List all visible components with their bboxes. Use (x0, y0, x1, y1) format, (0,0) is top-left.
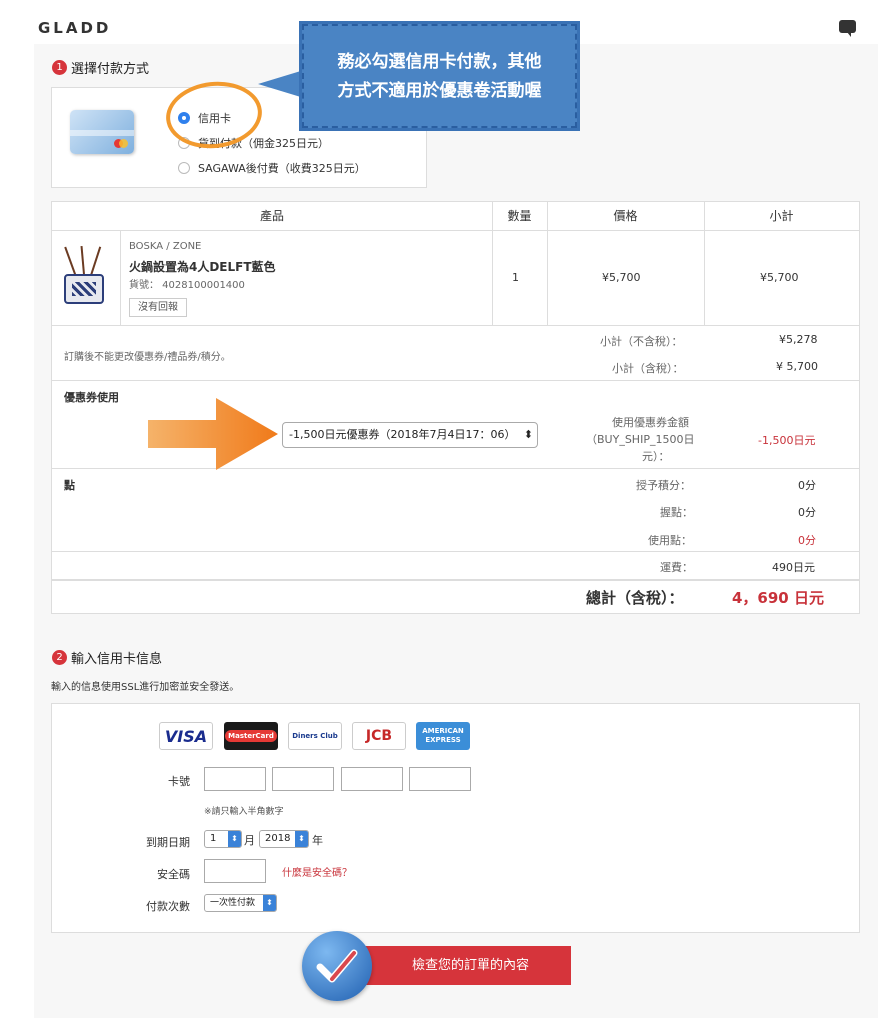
col-header-product: 產品 (52, 202, 492, 231)
points-awarded-label: 授予積分： (636, 479, 691, 492)
installment-select[interactable]: 一次性付款 ⬍ (204, 894, 277, 912)
coupon-section-title: 優惠券使用 (64, 391, 119, 404)
credit-card-info-title: 2 輸入信用卡信息 (52, 648, 162, 667)
visa-icon: VISA (159, 722, 213, 750)
product-name[interactable]: 火鍋設置為4人DELFT藍色 (129, 258, 276, 275)
points-used-label: 使用點： (648, 534, 692, 547)
col-header-subtotal: 小計 (704, 202, 859, 231)
coupon-amount-label: 使用優惠券金額 (612, 416, 689, 429)
section-title: 輸入信用卡信息 (71, 652, 163, 667)
col-header-price: 價格 (547, 202, 704, 231)
coupon-note: 訂購後不能更改優惠券/禮品券/積分。 (64, 352, 231, 363)
shipping-label: 運費： (660, 561, 693, 574)
chat-icon[interactable] (839, 20, 856, 37)
checkmark-icon (302, 931, 372, 1001)
security-code-input[interactable] (204, 859, 266, 883)
card-number-input-4[interactable] (409, 767, 471, 791)
radio-icon[interactable] (178, 162, 190, 174)
chevron-updown-icon: ⬍ (263, 895, 276, 911)
callout-note: 務必勾選信用卡付款，其他 方式不適用於優惠卷活動喔 (302, 24, 577, 128)
security-code-label: 安全碼 (157, 868, 190, 881)
product-sku: 貨號： 4028100001400 (129, 280, 245, 291)
expiry-label: 到期日期 (146, 836, 190, 849)
points-section-title: 點 (64, 479, 75, 492)
points-used-value: 0分 (798, 534, 816, 547)
section-title: 選擇付款方式 (71, 62, 150, 77)
payment-option-sagawa[interactable]: SAGAWA後付費（收費325日元） (178, 160, 366, 176)
product-brand: BOSKA / ZONE (129, 241, 202, 252)
product-price: ¥5,700 (602, 271, 641, 284)
coupon-code-label: （BUY_SHIP_1500日 (586, 433, 695, 446)
logo[interactable]: GLADD (38, 19, 111, 37)
chevron-updown-icon: ⬍ (295, 831, 308, 847)
ssl-note: 輸入的信息使用SSL進行加密並安全發送。 (51, 682, 240, 693)
payment-method-title: 1 選擇付款方式 (52, 58, 149, 77)
step-number-badge: 2 (52, 650, 67, 665)
no-review-button[interactable]: 沒有回報 (129, 298, 187, 317)
diners-club-icon: Diners Club (288, 722, 342, 750)
points-awarded-value: 0分 (798, 479, 816, 492)
subtotal-in-label: 小計（含稅）： (612, 362, 684, 375)
mastercard-icon: MasterCard (224, 722, 278, 750)
coupon-amount-value: -1,500日元 (758, 434, 816, 447)
col-header-qty: 數量 (492, 202, 547, 231)
security-code-help-link[interactable]: 什麼是安全碼？ (282, 864, 352, 879)
amex-icon: AMERICAN EXPRESS (416, 722, 470, 750)
card-number-input-2[interactable] (272, 767, 334, 791)
coupon-amount-label-suffix: 元）： (642, 450, 670, 463)
shipping-value: 490日元 (772, 561, 815, 574)
product-subtotal: ¥5,700 (760, 271, 799, 284)
month-unit: 月 (244, 834, 255, 847)
credit-card-image (70, 110, 150, 166)
card-number-input-3[interactable] (341, 767, 403, 791)
arrow-right-icon (148, 398, 278, 470)
credit-card-form: VISA MasterCard Diners Club JCB AMERICAN… (51, 703, 860, 933)
subtotal-ex-label: 小計（不含稅）： (600, 335, 683, 348)
chevron-updown-icon: ⬍ (228, 831, 241, 847)
expiry-year-select[interactable]: 2018 ⬍ (259, 830, 309, 848)
coupon-select[interactable]: -1,500日元優惠券（2018年7月4日17：06） (282, 422, 538, 448)
installment-label: 付款次數 (146, 900, 190, 913)
jcb-icon: JCB (352, 722, 406, 750)
step-number-badge: 1 (52, 60, 67, 75)
card-number-input-1[interactable] (204, 767, 266, 791)
year-unit: 年 (312, 834, 323, 847)
points-held-label: 握點： (660, 506, 693, 519)
total-label: 總計（含稅）： (586, 589, 684, 607)
product-image[interactable] (58, 245, 110, 308)
callout-tail (258, 70, 304, 98)
subtotal-ex-value: ¥5,278 (779, 333, 818, 346)
card-number-hint: ※請只輸入半角數字 (204, 807, 284, 817)
expiry-month-select[interactable]: 1 ⬍ (204, 830, 242, 848)
review-order-button[interactable]: 檢查您的訂單的內容 (352, 946, 571, 985)
product-qty: 1 (512, 271, 519, 284)
subtotal-in-value: ¥ 5,700 (776, 360, 818, 373)
card-number-label: 卡號 (168, 775, 190, 788)
total-value: 4，690 日元 (732, 589, 824, 607)
points-held-value: 0分 (798, 506, 816, 519)
